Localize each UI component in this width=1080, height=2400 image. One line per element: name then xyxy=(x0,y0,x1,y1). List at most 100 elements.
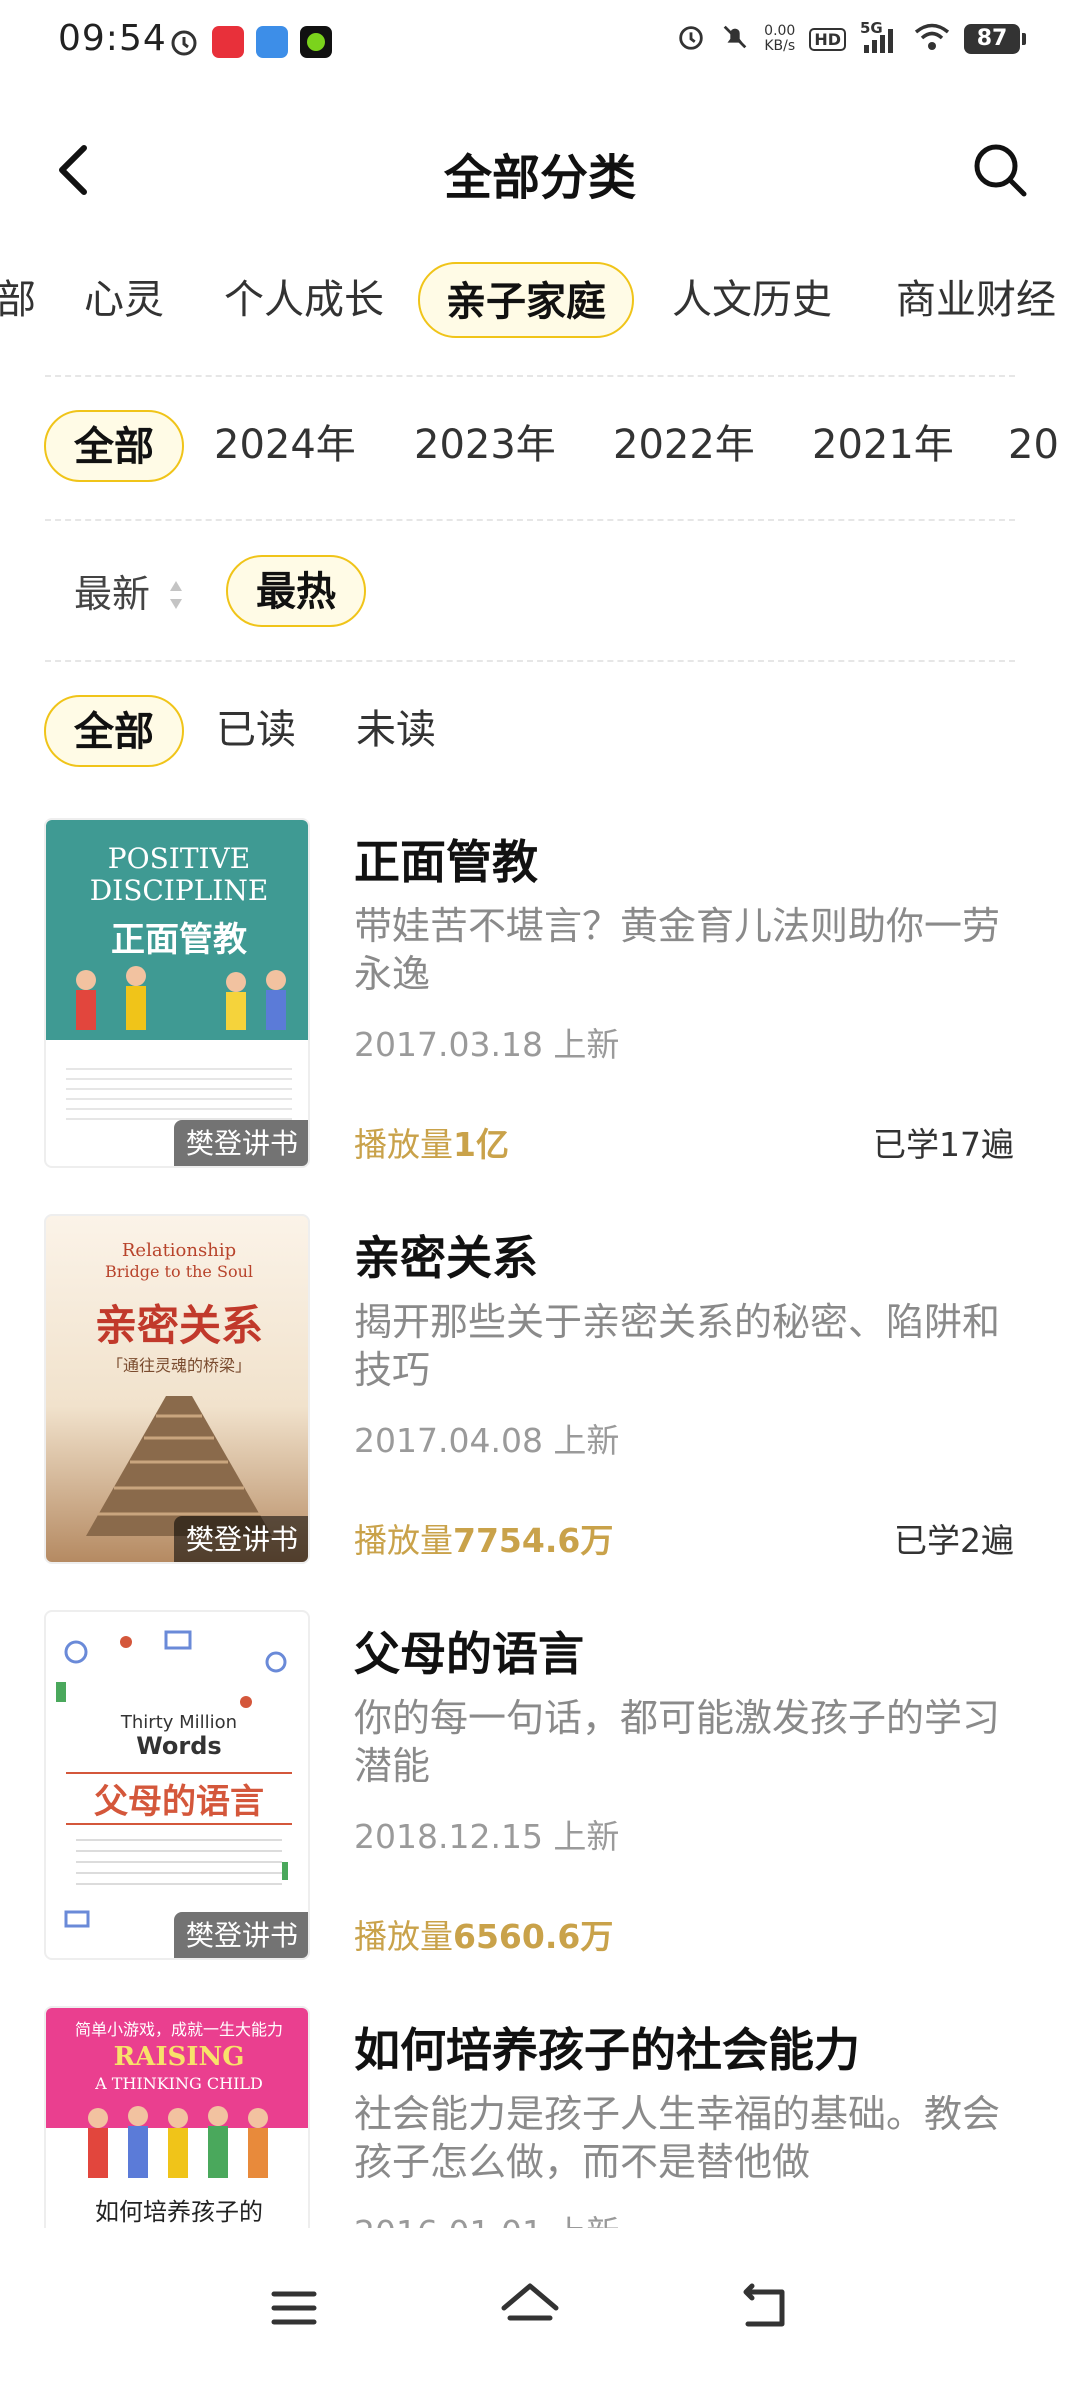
battery-indicator: 87 xyxy=(964,24,1026,54)
alarm-icon xyxy=(168,26,200,58)
book-title[interactable]: 如何培养孩子的社会能力 xyxy=(354,2014,860,2080)
divider xyxy=(45,660,1015,662)
cover-figures xyxy=(56,960,302,1040)
plays-value: 7754.6万 xyxy=(453,1521,614,1560)
book-learned: 已学2遍 xyxy=(894,1521,1014,1560)
year-chip-all[interactable]: 全部 xyxy=(44,410,184,482)
cover-lines xyxy=(66,1060,292,1120)
cover-badge: 樊登讲书 xyxy=(173,1516,308,1562)
wifi-icon xyxy=(914,22,950,56)
book-cover[interactable]: Thirty Million Words 父母的语言 樊登讲书 xyxy=(44,1610,310,1960)
year-chip-2021[interactable]: 2021年 xyxy=(812,410,954,482)
book-date: 2018.12.15 上新 xyxy=(354,1817,620,1856)
cover-text-en1: POSITIVE xyxy=(107,842,251,875)
cover-kids xyxy=(76,2104,282,2184)
plays-value: 1亿 xyxy=(453,1125,509,1164)
book-desc: 带娃苦不堪言？黄金育儿法则助你一劳永逸 xyxy=(354,904,1001,996)
book-cover[interactable]: Relationship Bridge to the Soul 亲密关系 「通往… xyxy=(44,1214,310,1564)
book-desc: 社会能力是孩子人生幸福的基础。教会孩子怎么做，而不是替他做 xyxy=(354,2092,1001,2184)
cover-text-cn: 亲密关系 xyxy=(94,1301,263,1350)
cover-text-en1: RAISING xyxy=(113,2042,245,2072)
cover-text-cn: 如何培养孩子的 xyxy=(95,2198,263,2226)
book-learned: 已学17遍 xyxy=(873,1125,1014,1164)
category-tabs: 部 心灵 个人成长 亲子家庭 人文历史 商业财经 xyxy=(0,262,1080,348)
list-item[interactable]: Relationship Bridge to the Soul 亲密关系 「通往… xyxy=(0,1214,1080,1614)
tab-category-all-cut[interactable]: 部 xyxy=(0,262,36,338)
book-cover[interactable]: 简单小游戏，成就一生大能力 RAISING A THINKING CHILD 如… xyxy=(44,2006,310,2228)
plays-value: 6560.6万 xyxy=(453,1917,614,1956)
list-item[interactable]: 简单小游戏，成就一生大能力 RAISING A THINKING CHILD 如… xyxy=(0,2006,1080,2228)
sort-row: 最新 最热 xyxy=(0,555,1080,635)
app-notification-icon-3 xyxy=(300,26,332,58)
system-nav-bar xyxy=(0,2228,1080,2400)
header: 全部分类 xyxy=(0,110,1080,230)
cover-text-cn: 正面管教 xyxy=(111,920,247,960)
year-chip-2023[interactable]: 2023年 xyxy=(414,410,556,482)
return-icon xyxy=(743,2283,785,2327)
network-speed: 0.00 KB/s xyxy=(764,24,795,54)
book-cover[interactable]: POSITIVE DISCIPLINE 正面管教 樊登讲书 xyxy=(44,818,310,1168)
menu-icon xyxy=(271,2291,317,2325)
book-title[interactable]: 父母的语言 xyxy=(354,1618,584,1684)
book-title[interactable]: 正面管教 xyxy=(354,826,538,892)
sort-hottest-button[interactable]: 最热 xyxy=(226,555,366,627)
tab-category-business[interactable]: 商业财经 xyxy=(896,262,1056,338)
book-desc: 你的每一句话，都可能激发孩子的学习潜能 xyxy=(354,1696,1001,1788)
cover-text-en2: Words xyxy=(136,1732,222,1760)
year-chip-2020-cut[interactable]: 20 xyxy=(1008,410,1059,482)
cover-text-top: 简单小游戏，成就一生大能力 xyxy=(74,2020,283,2039)
year-filter: 全部 2024年 2023年 2022年 2021年 20 xyxy=(0,410,1080,490)
cover-badge: 樊登讲书 xyxy=(173,1912,308,1958)
hd-badge: HD xyxy=(809,27,846,51)
read-filter-read[interactable]: 已读 xyxy=(216,695,296,767)
tab-category-history[interactable]: 人文历史 xyxy=(672,262,832,338)
cover-text-en2: DISCIPLINE xyxy=(89,874,269,907)
book-plays: 播放量6560.6万 xyxy=(354,1910,613,1958)
sort-arrows-icon xyxy=(170,581,182,609)
menu-button[interactable] xyxy=(254,2268,334,2348)
plays-prefix: 播放量 xyxy=(354,1125,453,1164)
book-date: 2017.04.08 上新 xyxy=(354,1421,620,1460)
book-title[interactable]: 亲密关系 xyxy=(354,1222,538,1288)
page-title: 全部分类 xyxy=(443,150,636,206)
cover-text-cn: 父母的语言 xyxy=(66,1772,292,1825)
home-icon xyxy=(501,2283,559,2321)
cover-bridge xyxy=(86,1396,272,1536)
year-chip-2022[interactable]: 2022年 xyxy=(613,410,755,482)
read-filter-unread[interactable]: 未读 xyxy=(356,695,436,767)
year-chip-2024[interactable]: 2024年 xyxy=(214,410,356,482)
plays-prefix: 播放量 xyxy=(354,1917,453,1956)
status-time: 09:54 xyxy=(58,18,167,59)
read-filter: 全部 已读 未读 xyxy=(0,695,1080,775)
search-button[interactable] xyxy=(960,130,1040,210)
tab-category-family[interactable]: 亲子家庭 xyxy=(418,262,634,338)
cover-text-en2: Bridge to the Soul xyxy=(104,1262,253,1281)
read-filter-all[interactable]: 全部 xyxy=(44,695,184,767)
signal-icon: 5G xyxy=(860,19,900,55)
book-date: 2017.03.18 上新 xyxy=(354,1025,620,1064)
cover-text-en2: A THINKING CHILD xyxy=(95,2074,263,2093)
divider xyxy=(45,375,1015,377)
list-item[interactable]: Thirty Million Words 父母的语言 樊登讲书 父母的语言 你的… xyxy=(0,1610,1080,2010)
book-desc: 揭开那些关于亲密关系的秘密、陷阱和技巧 xyxy=(354,1300,1001,1392)
list-item[interactable]: POSITIVE DISCIPLINE 正面管教 樊登讲书 正面管教 带娃苦不堪… xyxy=(0,818,1080,1218)
plays-prefix: 播放量 xyxy=(354,1521,453,1560)
status-right-group: 0.00 KB/s HD 5G 87 xyxy=(676,19,1026,56)
tab-category-spirit[interactable]: 心灵 xyxy=(84,262,164,338)
mute-icon xyxy=(720,22,750,56)
cover-text-en1: Thirty Million xyxy=(120,1712,238,1733)
signal-label: 5G xyxy=(860,19,883,37)
status-bar: 09:54 0.00 KB/s HD 5G 87 xyxy=(0,0,1080,84)
search-icon xyxy=(974,144,1027,197)
sort-latest-button[interactable]: 最新 xyxy=(74,559,150,629)
divider xyxy=(45,519,1015,521)
book-plays: 播放量1亿 xyxy=(354,1118,509,1166)
app-notification-icon xyxy=(212,26,244,58)
cover-lines xyxy=(76,1830,282,1890)
network-speed-value: 0.00 xyxy=(764,23,796,39)
tab-category-growth[interactable]: 个人成长 xyxy=(224,262,384,338)
back-nav-button[interactable] xyxy=(726,2268,806,2348)
network-speed-unit: KB/s xyxy=(764,38,796,54)
home-button[interactable] xyxy=(490,2268,570,2348)
app-notification-icon-2 xyxy=(256,26,288,58)
